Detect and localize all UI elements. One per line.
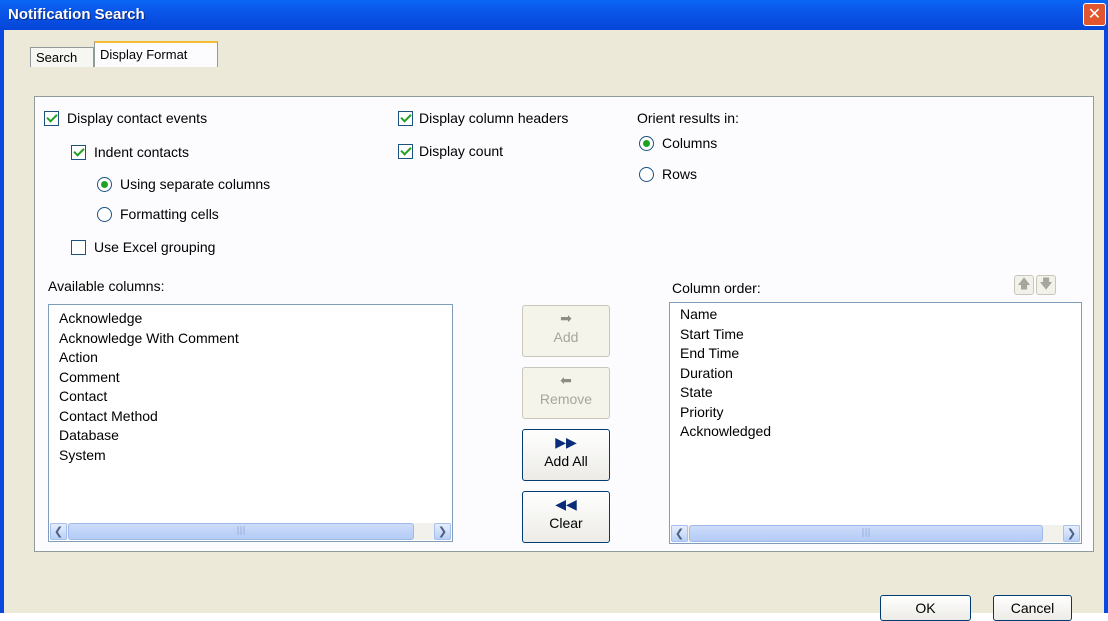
tab-display-format[interactable]: Display Format <box>94 41 218 67</box>
tab-search[interactable]: Search <box>30 47 94 67</box>
move-up-button[interactable]: 🡅 <box>1014 275 1034 295</box>
column-order-items: Name Start Time End Time Duration State Prior… <box>680 305 771 442</box>
arrow-right-icon: ➡ <box>560 310 572 326</box>
list-item[interactable]: Start Time <box>680 325 771 345</box>
tab-search-label: Search <box>36 50 78 65</box>
available-columns-label: Available columns: <box>48 278 165 294</box>
list-item[interactable]: Contact <box>59 387 239 407</box>
scroll-right-button[interactable]: ❯ <box>434 523 451 540</box>
list-item[interactable]: End Time <box>680 344 771 364</box>
grip-icon: ||| <box>861 528 871 538</box>
grip-icon: ||| <box>236 526 246 536</box>
display-column-headers-label: Display column headers <box>419 110 569 126</box>
remove-button[interactable]: ⬅ Remove <box>522 367 610 419</box>
using-separate-columns-radio[interactable] <box>97 177 112 192</box>
indent-contacts-label: Indent contacts <box>94 144 189 160</box>
list-item[interactable]: Name <box>680 305 771 325</box>
tab-display-format-label: Display Format <box>100 47 188 62</box>
display-column-headers-checkbox[interactable] <box>398 111 413 126</box>
close-button[interactable]: ✕ <box>1083 3 1106 26</box>
available-columns-items: Acknowledge Acknowledge With Comment Actio… <box>59 309 239 465</box>
remove-button-label: Remove <box>539 391 593 407</box>
cancel-button-label: Cancel <box>1010 600 1055 616</box>
scroll-right-button[interactable]: ❯ <box>1063 525 1080 542</box>
using-separate-columns-label: Using separate columns <box>120 176 271 192</box>
move-down-button[interactable]: 🡇 <box>1036 275 1056 295</box>
arrow-left-icon: ⬅ <box>560 372 572 388</box>
formatting-cells-label: Formatting cells <box>120 206 219 222</box>
orient-columns-radio[interactable] <box>639 136 654 151</box>
indent-contacts-checkbox[interactable] <box>71 145 86 160</box>
list-item[interactable]: Action <box>59 348 239 368</box>
list-item[interactable]: Comment <box>59 368 239 388</box>
arrow-down-icon: 🡇 <box>1039 277 1053 292</box>
scroll-thumb[interactable]: ||| <box>68 523 414 540</box>
orient-rows-radio[interactable] <box>639 167 654 182</box>
orient-results-label: Orient results in: <box>637 110 739 126</box>
add-button[interactable]: ➡ Add <box>522 305 610 357</box>
column-order-label: Column order: <box>672 280 761 296</box>
display-count-label: Display count <box>419 143 504 159</box>
list-item[interactable]: Priority <box>680 403 771 423</box>
arrow-up-icon: 🡅 <box>1017 277 1031 292</box>
double-arrow-right-icon: ▶▶ <box>555 434 577 450</box>
window-title: Notification Search <box>8 6 145 23</box>
chevron-left-icon: ❮ <box>53 525 64 538</box>
available-columns-list[interactable]: Acknowledge Acknowledge With Comment Actio… <box>48 304 453 542</box>
available-columns-hscrollbar[interactable]: ❮ ||| ❯ <box>50 523 451 540</box>
list-item[interactable]: Acknowledge With Comment <box>59 329 239 349</box>
double-arrow-left-icon: ◀◀ <box>555 496 577 512</box>
add-all-button[interactable]: ▶▶ Add All <box>522 429 610 481</box>
scroll-thumb[interactable]: ||| <box>689 525 1043 542</box>
ok-button[interactable]: OK <box>880 595 971 621</box>
orient-columns-label: Columns <box>662 135 718 151</box>
display-count-checkbox[interactable] <box>398 144 413 159</box>
list-item[interactable]: Acknowledged <box>680 422 771 442</box>
close-icon: ✕ <box>1087 4 1102 23</box>
scroll-left-button[interactable]: ❮ <box>671 525 688 542</box>
list-item[interactable]: System <box>59 446 239 466</box>
list-item[interactable]: Database <box>59 426 239 446</box>
display-contact-events-label: Display contact events <box>67 110 208 126</box>
clear-button[interactable]: ◀◀ Clear <box>522 491 610 543</box>
add-all-button-label: Add All <box>544 453 588 469</box>
chevron-right-icon: ❯ <box>1066 527 1077 540</box>
chevron-right-icon: ❯ <box>437 525 448 538</box>
clear-button-label: Clear <box>549 515 583 531</box>
list-item[interactable]: Duration <box>680 364 771 384</box>
column-order-hscrollbar[interactable]: ❮ ||| ❯ <box>671 525 1080 542</box>
add-button-label: Add <box>553 329 579 345</box>
chevron-left-icon: ❮ <box>674 527 685 540</box>
use-excel-grouping-label: Use Excel grouping <box>94 239 216 255</box>
title-bar[interactable]: Notification Search ✕ <box>0 0 1108 30</box>
list-item[interactable]: Contact Method <box>59 407 239 427</box>
display-contact-events-checkbox[interactable] <box>44 111 59 126</box>
cancel-button[interactable]: Cancel <box>993 595 1072 621</box>
use-excel-grouping-checkbox[interactable] <box>71 240 86 255</box>
orient-rows-label: Rows <box>662 166 698 182</box>
formatting-cells-radio[interactable] <box>97 207 112 222</box>
scroll-left-button[interactable]: ❮ <box>50 523 67 540</box>
list-item[interactable]: Acknowledge <box>59 309 239 329</box>
column-order-list[interactable]: Name Start Time End Time Duration State Prior… <box>669 302 1082 544</box>
ok-button-label: OK <box>915 600 936 616</box>
list-item[interactable]: State <box>680 383 771 403</box>
